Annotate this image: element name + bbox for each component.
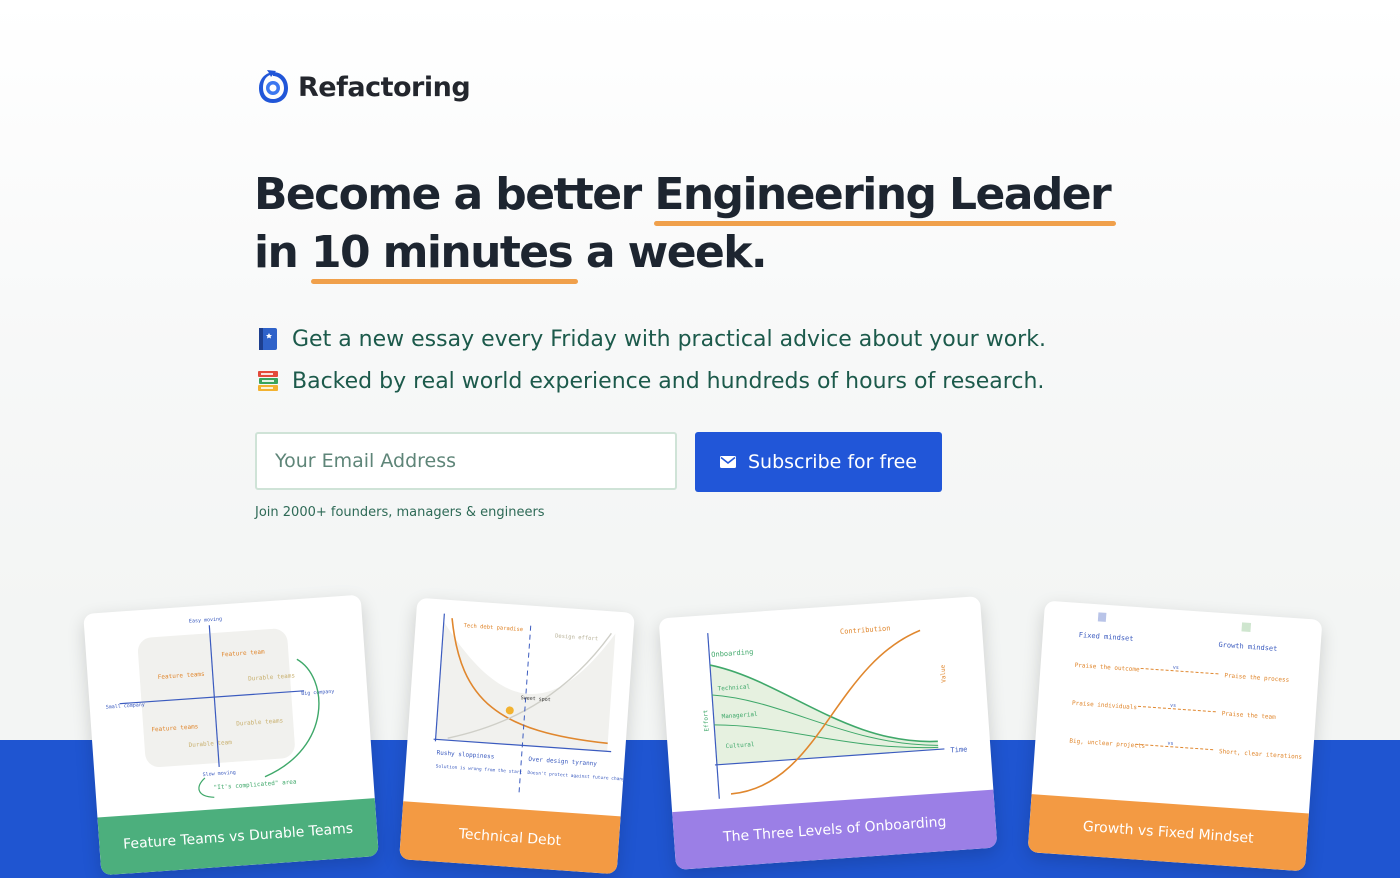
hero-title-part3: a week. — [572, 227, 768, 278]
y-axis-label: Effort — [702, 709, 711, 731]
axis-label-left: Small company — [106, 702, 145, 711]
hero-title-part1: Become a better — [254, 169, 655, 220]
essay-card-onboarding[interactable]: Onboarding Contribution Technical Manage… — [658, 596, 998, 870]
region-label: Rushy sloppiness — [436, 749, 495, 760]
hero-title-part2: in — [254, 227, 311, 278]
card-illustration: Fixed mindset Growth mindset Praise the … — [1032, 601, 1323, 814]
notepad-icon — [1097, 612, 1107, 622]
join-count-text: Join 2000+ founders, managers & engineer… — [255, 505, 545, 520]
bullet-text: Backed by real world experience and hund… — [292, 368, 1045, 394]
card-illustration: Onboarding Contribution Technical Manage… — [659, 596, 994, 812]
refactoring-logo-icon — [259, 70, 288, 103]
growth-item: Praise the team — [1221, 710, 1276, 721]
curve-label: Design effort — [555, 633, 598, 642]
vs-label: vs — [1167, 740, 1173, 746]
essay-card-growth-mindset[interactable]: Fixed mindset Growth mindset Praise the … — [1027, 600, 1323, 872]
growth-item: Praise the process — [1224, 672, 1290, 684]
onboarding-sketch: Onboarding Contribution Technical Manage… — [702, 624, 968, 799]
bullet-real-world-experience: Backed by real world experience and hund… — [256, 360, 1046, 402]
subscribe-label: Subscribe for free — [747, 451, 917, 473]
essay-card-technical-debt[interactable]: Tech debt paradise Design effort Sweet s… — [399, 597, 635, 875]
column-heading: Growth mindset — [1218, 641, 1277, 653]
curve-label: Onboarding — [711, 648, 754, 659]
growth-item: Short, clear iterations — [1219, 748, 1303, 761]
column-heading: Fixed mindset — [1079, 631, 1134, 643]
region-sub-label: Solution is wrong from the start — [435, 763, 522, 775]
fixed-item: Big, unclear projects — [1069, 738, 1146, 750]
vs-label: vs — [1173, 665, 1179, 671]
complicated-area-label: "It's complicated" area — [213, 779, 297, 792]
quadrant-sketch: Easy moving Slow moving Small company Bi… — [106, 616, 335, 798]
curve-label: Tech debt paradise — [463, 623, 523, 633]
envelope-icon — [719, 456, 736, 468]
books-stack-icon — [258, 371, 278, 391]
mindset-sketch: Fixed mindset Growth mindset Praise the … — [1069, 612, 1303, 761]
blue-book-icon — [259, 328, 277, 350]
hero-highlight-engineering-leader: Engineering Leader — [654, 166, 1116, 226]
curve-label: Contribution — [840, 624, 891, 636]
tech-debt-sketch: Tech debt paradise Design effort Sweet s… — [433, 613, 631, 796]
bullet-weekly-essay: Get a new essay every Friday with practi… — [256, 318, 1046, 360]
region-label: Over design tyranny — [528, 756, 597, 768]
fixed-item: Praise the outcome — [1074, 662, 1140, 674]
brand-name: Refactoring — [298, 71, 471, 103]
x-axis-label: Time — [950, 745, 967, 754]
brand-logo[interactable]: Refactoring — [256, 68, 471, 106]
chart-up-icon — [1241, 622, 1252, 633]
card-illustration: Easy moving Slow moving Small company Bi… — [83, 595, 375, 818]
y-axis-label-right: Value — [940, 664, 948, 683]
card-illustration: Tech debt paradise Design effort Sweet s… — [403, 598, 635, 817]
bullet-text: Get a new essay every Friday with practi… — [292, 326, 1046, 352]
hero-title: Become a better Engineering Leader in 10… — [254, 166, 1154, 284]
axis-label-bottom: Slow moving — [203, 770, 236, 778]
feature-bullets: Get a new essay every Friday with practi… — [256, 318, 1046, 402]
email-input[interactable] — [255, 432, 677, 490]
axis-label-top: Easy moving — [189, 616, 222, 624]
fixed-item: Praise individuals — [1072, 700, 1138, 712]
region-sub-label: Doesn't protect against future changes — [527, 770, 630, 783]
hero-highlight-10-minutes: 10 minutes — [310, 224, 579, 284]
vs-label: vs — [1170, 703, 1176, 709]
subscribe-button[interactable]: Subscribe for free — [695, 432, 942, 492]
essay-card-feature-teams[interactable]: Easy moving Slow moving Small company Bi… — [83, 594, 379, 876]
